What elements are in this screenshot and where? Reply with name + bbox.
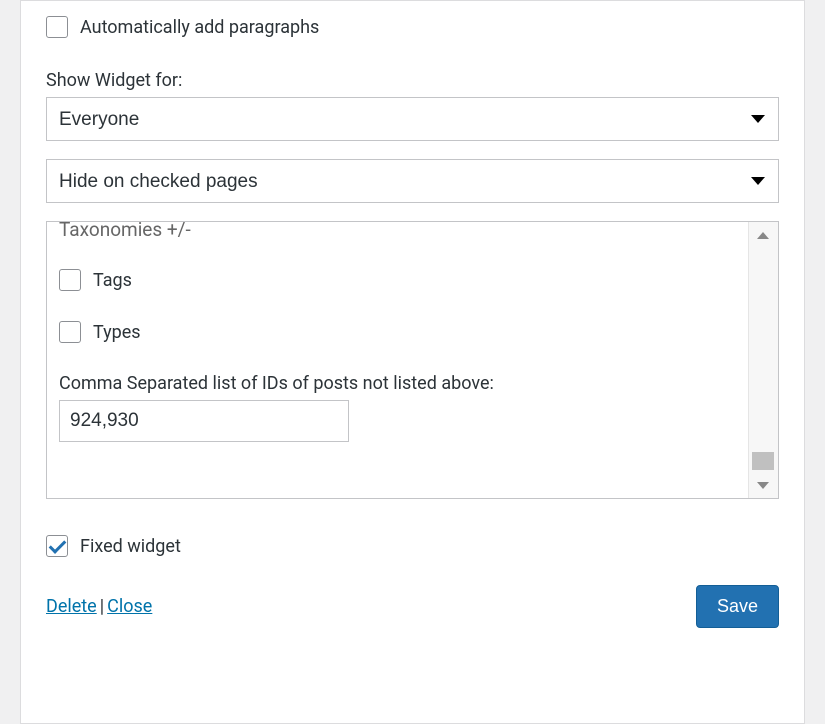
close-link[interactable]: Close xyxy=(107,596,152,617)
scrollbar-down-icon[interactable] xyxy=(748,472,778,498)
show-widget-for-select[interactable]: Everyone xyxy=(46,97,779,141)
visibility-mode-select-wrapper: Hide on checked pages xyxy=(46,159,779,203)
tags-label: Tags xyxy=(93,270,132,291)
auto-paragraphs-row: Automatically add paragraphs xyxy=(46,16,779,38)
scrollbar-track[interactable] xyxy=(748,222,778,498)
tags-row: Tags xyxy=(59,269,736,291)
types-checkbox[interactable] xyxy=(59,321,81,343)
save-button[interactable]: Save xyxy=(696,585,779,628)
show-widget-for-select-wrapper: Everyone xyxy=(46,97,779,141)
ids-label: Comma Separated list of IDs of posts not… xyxy=(59,373,736,394)
visibility-mode-select[interactable]: Hide on checked pages xyxy=(46,159,779,203)
auto-paragraphs-label: Automatically add paragraphs xyxy=(80,17,319,38)
show-widget-for-label: Show Widget for: xyxy=(46,70,779,91)
visibility-mode-row: Hide on checked pages xyxy=(46,159,779,203)
tags-checkbox[interactable] xyxy=(59,269,81,291)
fixed-widget-checkbox[interactable] xyxy=(46,535,68,557)
scrollbar-thumb[interactable] xyxy=(752,452,774,470)
taxonomies-content: Taxonomies +/- Tags Types Comma Separate… xyxy=(47,221,748,494)
scrollbar-up-icon[interactable] xyxy=(748,222,778,248)
separator: | xyxy=(100,596,104,617)
taxonomies-heading[interactable]: Taxonomies +/- xyxy=(59,221,736,241)
taxonomies-panel: Taxonomies +/- Tags Types Comma Separate… xyxy=(46,221,779,499)
delete-link[interactable]: Delete xyxy=(46,596,97,617)
widget-actions-row: Delete|Close Save xyxy=(46,585,779,628)
types-row: Types xyxy=(59,321,736,343)
widget-settings-panel: Automatically add paragraphs Show Widget… xyxy=(20,0,805,724)
ids-input[interactable] xyxy=(59,400,349,442)
show-widget-for-row: Show Widget for: Everyone xyxy=(46,70,779,141)
fixed-widget-label: Fixed widget xyxy=(80,536,181,557)
types-label: Types xyxy=(93,322,141,343)
auto-paragraphs-checkbox[interactable] xyxy=(46,16,68,38)
action-links: Delete|Close xyxy=(46,596,152,617)
fixed-widget-row: Fixed widget xyxy=(46,535,779,557)
